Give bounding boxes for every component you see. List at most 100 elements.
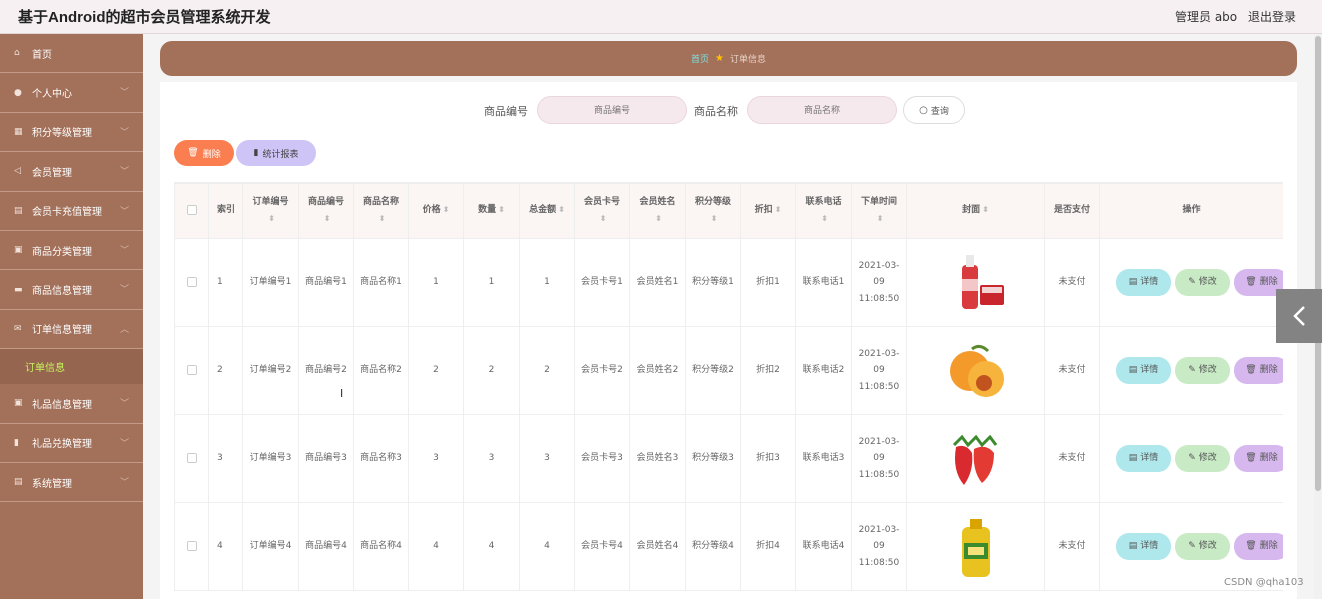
cell-time: 2021-03-09 11:08:50 [851, 238, 907, 327]
sort-icon[interactable]: ⬍ [982, 205, 989, 214]
sort-icon[interactable]: ⬍ [711, 214, 718, 223]
column-header[interactable]: 会员卡号 ⬍ [574, 183, 630, 239]
cell-qty: 2 [463, 326, 520, 415]
sidebar-item-8[interactable]: ▣ 礼品信息管理 ﹀ [0, 384, 143, 424]
row-edit-button[interactable]: ✎ 修改 [1175, 533, 1230, 560]
column-header[interactable]: 数量 ⬍ [463, 183, 520, 239]
collapse-panel-button[interactable] [1276, 289, 1322, 343]
column-header-label: 价格 [422, 205, 441, 216]
trash-icon: 🗑 [1245, 541, 1257, 552]
sidebar-item-9[interactable]: ▮ 礼品兑换管理 ﹀ [0, 424, 143, 463]
column-header: 操作 [1099, 183, 1283, 239]
stats-report-button[interactable]: ▮ 统计报表 [236, 140, 316, 166]
batch-delete-button[interactable]: 🗑 删除 [174, 140, 234, 166]
row-detail-button[interactable]: ▤ 详情 [1116, 357, 1171, 384]
goods-no-input[interactable] [537, 96, 687, 124]
sort-icon[interactable]: ⬍ [379, 214, 386, 223]
column-header[interactable]: 商品编号 ⬍ [298, 183, 354, 239]
sort-icon[interactable]: ⬍ [558, 205, 565, 214]
sidebar-item-6[interactable]: ▬ 商品信息管理 ﹀ [0, 270, 143, 310]
sidebar-item-5[interactable]: ▣ 商品分类管理 ﹀ [0, 231, 143, 271]
row-delete-button[interactable]: 🗑 删除 [1234, 445, 1283, 472]
row-checkbox[interactable] [186, 540, 197, 551]
select-all-cell [174, 183, 209, 239]
chevron-down-icon: ﹀ [119, 127, 129, 138]
cell-paid: 未支付 [1044, 414, 1100, 503]
column-header[interactable]: 总金额 ⬍ [519, 183, 575, 239]
cell-paid: 未支付 [1044, 502, 1100, 591]
sidebar-item-2[interactable]: ▦ 积分等级管理 ﹀ [0, 113, 143, 153]
document-icon: ▤ [1128, 453, 1138, 464]
row-delete-button[interactable]: 🗑 删除 [1234, 357, 1283, 384]
sidebar-item-10[interactable]: ▤ 系统管理 ﹀ [0, 463, 143, 503]
chevron-down-icon: ﹀ [119, 285, 129, 296]
cell-total: 3 [519, 414, 575, 503]
cell-cover [906, 326, 1045, 415]
grid-icon: ▦ [14, 126, 23, 137]
sidebar-item-1[interactable]: ● 个人中心 ﹀ [0, 73, 143, 113]
sort-icon[interactable]: ⬍ [821, 214, 828, 223]
column-header[interactable]: 封面 ⬍ [906, 183, 1045, 239]
cell-time: 2021-03-09 11:08:50 [851, 502, 907, 591]
breadcrumb-home[interactable]: 首页 [691, 52, 709, 65]
column-header[interactable]: 价格 ⬍ [408, 183, 464, 239]
cell-level: 积分等级2 [685, 326, 741, 415]
sidebar-subitem-order-info[interactable]: 订单信息 [0, 349, 143, 385]
row-edit-label: 修改 [1198, 277, 1217, 288]
cell-discount: 折扣4 [740, 502, 796, 591]
sort-icon[interactable]: ⬍ [877, 214, 884, 223]
goods-name-input[interactable] [747, 96, 897, 124]
sort-icon[interactable]: ⬍ [443, 205, 450, 214]
sort-icon[interactable]: ⬍ [600, 214, 607, 223]
watermark: CSDN @qha103 [1224, 577, 1304, 588]
select-all-checkbox[interactable] [186, 204, 197, 215]
scrollbar-thumb[interactable] [1315, 36, 1321, 491]
app-title: 基于Android的超市会员管理系统开发 [18, 9, 271, 26]
tag-icon: ▬ [14, 284, 23, 295]
sort-icon[interactable]: ⬍ [268, 214, 275, 223]
logout-link[interactable]: 退出登录 [1248, 8, 1296, 25]
table-row: 4 订单编号4 商品编号4 商品名称4 4 4 4 会员卡号4 会员姓名4 积分等级4 折扣4 联系电… [174, 502, 1283, 591]
row-checkbox[interactable] [186, 364, 197, 375]
row-checkbox[interactable] [186, 452, 197, 463]
row-edit-label: 修改 [1198, 453, 1217, 464]
column-header[interactable]: 商品名称 ⬍ [353, 183, 409, 239]
column-header-label: 商品名称 [362, 196, 399, 207]
strawberry-image [952, 434, 997, 485]
column-header[interactable]: 下单时间 ⬍ [851, 183, 907, 239]
row-checkbox[interactable] [186, 276, 197, 287]
cell-goods-name: 商品名称3 [353, 414, 409, 503]
sort-icon[interactable]: ⬍ [324, 214, 331, 223]
row-delete-button[interactable]: 🗑 删除 [1234, 533, 1283, 560]
column-header[interactable]: 会员姓名 ⬍ [629, 183, 686, 239]
sidebar-item-0[interactable]: ⌂ 首页 [0, 34, 143, 74]
sidebar-item-7[interactable]: ✉ 订单信息管理 ︿ [0, 310, 143, 350]
sort-icon[interactable]: ⬍ [498, 205, 505, 214]
sort-icon[interactable]: ⬍ [655, 214, 662, 223]
column-header[interactable]: 折扣 ⬍ [740, 183, 796, 239]
sidebar-item-4[interactable]: ▤ 会员卡充值管理 ﹀ [0, 192, 143, 231]
row-edit-button[interactable]: ✎ 修改 [1175, 269, 1230, 296]
row-edit-button[interactable]: ✎ 修改 [1175, 357, 1230, 384]
column-header-label: 联系电话 [805, 196, 842, 207]
row-detail-button[interactable]: ▤ 详情 [1116, 533, 1171, 560]
row-edit-label: 修改 [1198, 541, 1217, 552]
chevron-down-icon: ﹀ [119, 206, 129, 217]
column-header[interactable]: 联系电话 ⬍ [795, 183, 852, 239]
row-detail-button[interactable]: ▤ 详情 [1116, 269, 1171, 296]
cell-phone: 联系电话1 [795, 238, 852, 327]
column-header[interactable]: 订单编号 ⬍ [242, 183, 299, 239]
cell-actions: ▤ 详情 ✎ 修改 🗑 删除 [1099, 238, 1283, 327]
mail-icon: ✉ [14, 323, 22, 334]
row-edit-button[interactable]: ✎ 修改 [1175, 445, 1230, 472]
sidebar-item-3[interactable]: ◁ 会员管理 ﹀ [0, 152, 143, 192]
sidebar-item-label: 首页 [32, 49, 52, 61]
cell-qty: 1 [463, 238, 520, 327]
search-icon: ○ [919, 104, 928, 116]
chevron-down-icon: ﹀ [119, 477, 129, 488]
column-header[interactable]: 积分等级 ⬍ [685, 183, 741, 239]
query-button[interactable]: ○ 查询 [903, 96, 965, 124]
row-detail-button[interactable]: ▤ 详情 [1116, 445, 1171, 472]
sort-icon[interactable]: ⬍ [775, 205, 782, 214]
chevron-down-icon: ﹀ [119, 245, 129, 256]
